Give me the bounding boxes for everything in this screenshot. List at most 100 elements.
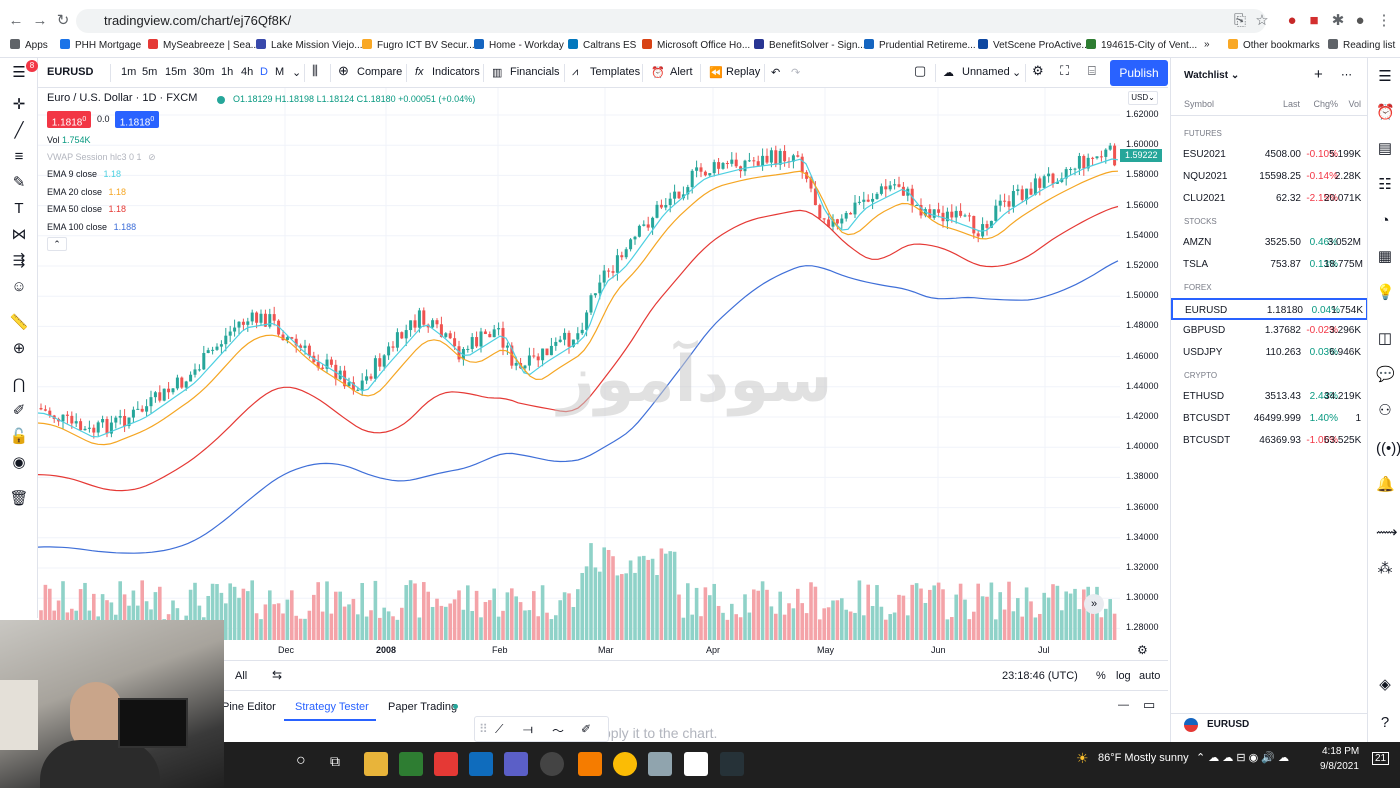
- clock-time[interactable]: 4:18 PM: [1322, 746, 1359, 757]
- menu-dots-icon[interactable]: ⋮: [1376, 13, 1392, 29]
- line-tool-icon[interactable]: ⟋: [495, 722, 503, 737]
- path-tool-icon[interactable]: 〜: [552, 722, 564, 739]
- currency-selector[interactable]: USD⌄: [1128, 91, 1158, 105]
- add-symbol-icon[interactable]: +: [1314, 66, 1323, 83]
- compare-icon[interactable]: ⊕: [338, 63, 349, 79]
- ruler-icon[interactable]: 📏: [9, 314, 29, 332]
- watchlist-icon[interactable]: ☰: [1376, 68, 1394, 86]
- app-orange-icon[interactable]: [578, 752, 602, 776]
- profile-avatar-icon[interactable]: ●: [1352, 13, 1368, 29]
- details-symbol[interactable]: EURUSD: [1207, 719, 1249, 730]
- redo-icon[interactable]: ↷: [791, 66, 800, 79]
- watchlist-row[interactable]: CLU2021 62.32 -2.15% 20.071K: [1171, 188, 1368, 210]
- financials-icon[interactable]: ▥: [492, 66, 502, 79]
- interval-30m[interactable]: 30m: [193, 66, 214, 78]
- sell-button[interactable]: 1.18180: [47, 111, 91, 128]
- replay-icon[interactable]: ⏪: [709, 66, 723, 79]
- ema-legend-item[interactable]: EMA 20 close 1.18: [47, 187, 126, 197]
- pulse-icon[interactable]: ⟿: [1376, 524, 1398, 542]
- undo-icon[interactable]: ↶: [771, 66, 780, 79]
- candle-type-icon[interactable]: ⫼: [312, 63, 318, 79]
- bookmark-item[interactable]: Prudential Retireme...: [864, 39, 976, 51]
- app-dark-icon[interactable]: [720, 752, 744, 776]
- broadcast-icon[interactable]: ((•)): [1376, 440, 1400, 458]
- date-range-icon[interactable]: ⇆: [272, 668, 282, 682]
- help-icon[interactable]: ?: [1376, 714, 1394, 732]
- fullscreen-icon[interactable]: ⛶: [1060, 63, 1069, 79]
- bookmark-item[interactable]: Caltrans ES: [568, 39, 636, 51]
- settings-gear-icon[interactable]: ⚙: [1032, 63, 1044, 79]
- teams-icon[interactable]: [504, 752, 528, 776]
- bookmark-item[interactable]: Lake Mission Viejo...: [256, 39, 363, 51]
- tab-pine-editor[interactable]: Pine Editor: [222, 701, 276, 713]
- clock-utc[interactable]: 23:18:46 (UTC): [1002, 670, 1078, 682]
- watchlist-row[interactable]: ESU2021 4508.00 -0.10% 5.199K: [1171, 144, 1368, 166]
- task-view-icon[interactable]: ⧉: [330, 753, 340, 770]
- watchlist-row[interactable]: GBPUSD 1.37682 -0.02% 3.296K: [1171, 320, 1368, 342]
- watchlist-row[interactable]: AMZN 3525.50 0.46% 3.052M: [1171, 232, 1368, 254]
- replay-button[interactable]: Replay: [726, 66, 760, 78]
- alert-icon[interactable]: ⏰: [651, 66, 665, 79]
- eraser-tool-icon[interactable]: ✐: [581, 722, 591, 736]
- tray-icons[interactable]: ⌃ ☁ ☁ ⊟ ◉ 🔊 ☁: [1196, 751, 1289, 764]
- scroll-to-realtime-icon[interactable]: »: [1084, 594, 1104, 614]
- interval-M[interactable]: M: [275, 66, 284, 78]
- app-green-icon[interactable]: [399, 752, 423, 776]
- crosshair-icon[interactable]: ✛: [9, 96, 29, 114]
- clock-date[interactable]: 9/8/2021: [1320, 761, 1359, 772]
- chart-pane[interactable]: سودآموز »: [38, 88, 1168, 660]
- notifications-bell-icon[interactable]: 🔔: [1376, 476, 1395, 494]
- tab-paper-trading[interactable]: Paper Trading: [388, 701, 457, 713]
- ema-legend-item[interactable]: EMA 50 close 1.18: [47, 204, 126, 214]
- range-all[interactable]: All: [235, 670, 247, 682]
- pdf-extension-icon[interactable]: ■: [1306, 13, 1322, 29]
- notepad-icon[interactable]: [684, 752, 708, 776]
- dots-grid-icon[interactable]: ⁂: [1376, 560, 1394, 578]
- interval-15m[interactable]: 15m: [165, 66, 186, 78]
- compare-button[interactable]: Compare: [357, 66, 402, 78]
- bookmark-item[interactable]: Microsoft Office Ho...: [642, 39, 750, 51]
- lock-drawing-icon[interactable]: ✐: [9, 402, 29, 420]
- templates-icon[interactable]: ⩘: [572, 66, 578, 79]
- forward-icon[interactable]: →: [32, 13, 48, 29]
- layout-chevron-icon[interactable]: ⌄: [1012, 66, 1021, 79]
- ema-legend-item[interactable]: EMA 9 close 1.18: [47, 169, 121, 179]
- ema-legend-item[interactable]: EMA 100 close 1.188: [47, 222, 136, 232]
- bookmark-item[interactable]: 194615-City of Vent...: [1086, 39, 1197, 51]
- log-toggle[interactable]: log: [1116, 670, 1131, 682]
- emoji-icon[interactable]: ☺: [9, 278, 29, 296]
- outlook-icon[interactable]: [469, 752, 493, 776]
- more-options-icon[interactable]: ⋯: [1341, 68, 1352, 81]
- price-scale[interactable]: USD⌄ 1.62000 1.60000 1.58000 1.56000 1.54000…: [1120, 88, 1168, 640]
- minimize-panel-icon[interactable]: —: [1118, 699, 1129, 711]
- lock-icon[interactable]: 🔓: [9, 428, 29, 446]
- watchlist-row[interactable]: ETHUSD 3513.43 2.44% 34.219K: [1171, 386, 1368, 408]
- back-icon[interactable]: ←: [8, 13, 24, 29]
- interval-4h[interactable]: 4h: [241, 66, 253, 78]
- calendar-icon[interactable]: ◔: [1376, 212, 1394, 230]
- obs-icon[interactable]: [540, 752, 564, 776]
- cloud-icon[interactable]: ☁: [943, 66, 954, 79]
- layout-icon[interactable]: ▢: [914, 63, 926, 79]
- star-icon[interactable]: ☆: [1254, 13, 1270, 29]
- app-gray-icon[interactable]: [648, 752, 672, 776]
- app-red-icon[interactable]: [434, 752, 458, 776]
- drag-handle-icon[interactable]: ⠿: [479, 722, 488, 736]
- indicators-button[interactable]: Indicators: [432, 66, 480, 78]
- puzzle-icon[interactable]: ✱: [1330, 13, 1346, 29]
- streams-icon[interactable]: ◫: [1376, 330, 1394, 348]
- chevron-down-icon[interactable]: ⌄: [292, 66, 301, 79]
- extension-icon[interactable]: ●: [1284, 13, 1300, 29]
- watchlist-row[interactable]: USDJPY 110.263 0.03% 6.946K: [1171, 342, 1368, 364]
- file-explorer-icon[interactable]: [364, 752, 388, 776]
- alerts-icon[interactable]: ⏰: [1376, 104, 1395, 122]
- camera-icon[interactable]: ⌸: [1088, 63, 1096, 79]
- watchlist-section[interactable]: STOCKS: [1184, 217, 1217, 226]
- data-window-icon[interactable]: ▤: [1376, 140, 1394, 158]
- hline-tool-icon[interactable]: ⟞: [523, 722, 533, 737]
- bookmark-item[interactable]: MySeabreeze | Sea...: [148, 39, 259, 51]
- watchlist-row[interactable]: TSLA 753.87 0.13% 18.775M: [1171, 254, 1368, 276]
- share-icon[interactable]: ⎘: [1232, 13, 1248, 29]
- maximize-panel-icon[interactable]: ▭: [1143, 697, 1155, 713]
- watchlist-row[interactable]: BTCUSDT 46499.999 1.40% 1: [1171, 408, 1368, 430]
